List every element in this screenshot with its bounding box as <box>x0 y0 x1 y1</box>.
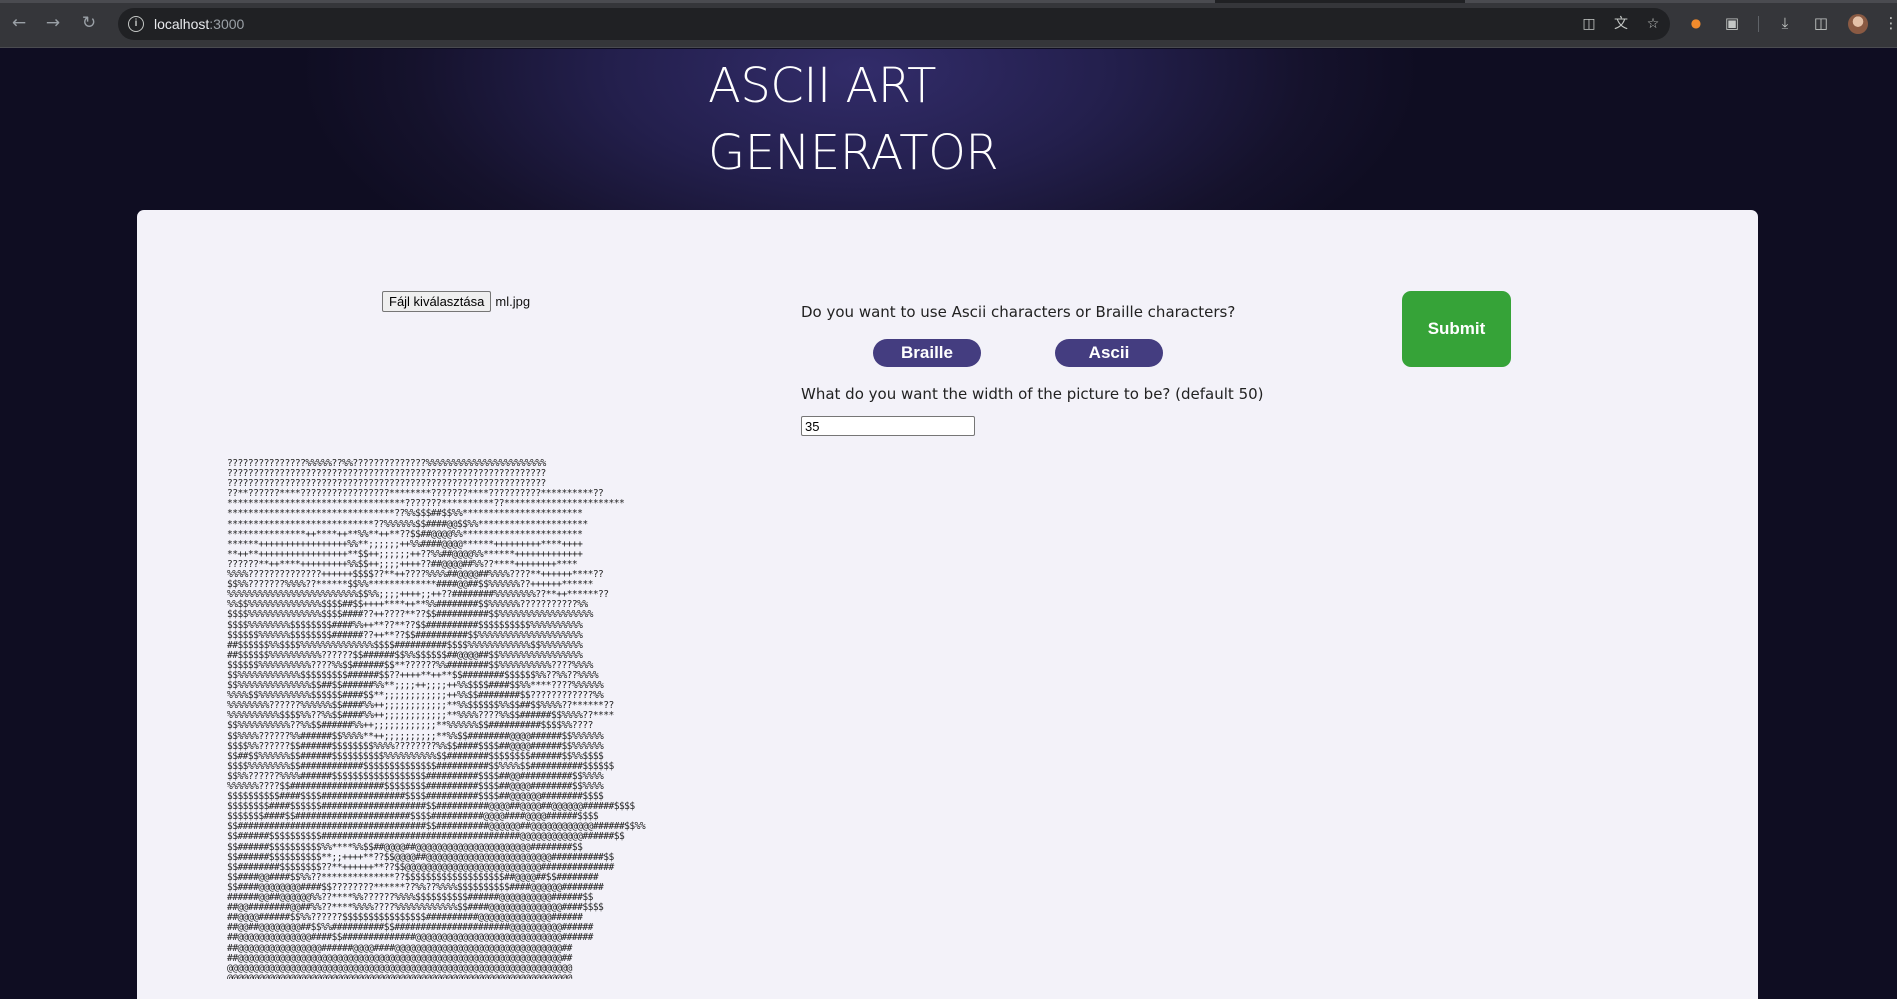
address-bar[interactable]: i localhost:3000 ◫ 文 ☆ <box>118 8 1670 40</box>
page-title-line2: GENERATOR <box>708 125 999 181</box>
install-app-icon[interactable]: ◫ <box>1580 15 1598 33</box>
ascii-line: @@@@@@@@@@@@@@@@@@@@@@@@@@@@@@@@@@@@@@@@… <box>227 972 572 979</box>
tab-strip-segment <box>1465 0 1897 3</box>
page-title: ASCII ART GENERATOR <box>708 53 999 187</box>
avatar[interactable] <box>1848 14 1868 34</box>
forward-arrow-icon[interactable]: → <box>42 12 64 34</box>
url-port: :3000 <box>209 16 245 32</box>
puzzle-icon[interactable]: ▣ <box>1722 13 1742 33</box>
ascii-art-output: ???????????????%%%%%??%%??????????????%%… <box>227 459 651 979</box>
url-text[interactable]: localhost:3000 <box>154 16 244 32</box>
ascii-button[interactable]: Ascii <box>1055 339 1163 367</box>
selected-file-name: ml.jpg <box>495 294 531 309</box>
browser-toolbar: ← → ↻ i localhost:3000 ◫ 文 ☆ ● ▣ ⤓ ◫ ⋮ <box>0 0 1897 48</box>
width-input[interactable] <box>801 416 975 436</box>
braille-button[interactable]: Braille <box>873 339 981 367</box>
ascii-line: $$$$%%%%%%%%%%%%%%$$$$####??++????**??$$… <box>227 609 593 621</box>
file-picker: Fájl kiválasztása ml.jpg <box>382 291 530 312</box>
reload-icon[interactable]: ↻ <box>78 12 100 34</box>
translate-icon[interactable]: 文 <box>1612 15 1630 33</box>
choose-file-button[interactable]: Fájl kiválasztása <box>382 291 492 312</box>
info-icon[interactable]: i <box>128 16 144 32</box>
extension-icon[interactable]: ● <box>1686 13 1706 33</box>
charset-question: Do you want to use Ascii characters or B… <box>801 303 1236 321</box>
main-panel: Fájl kiválasztása ml.jpg Do you want to … <box>137 210 1758 999</box>
back-arrow-icon[interactable]: ← <box>8 12 30 34</box>
page-body: ASCII ART GENERATOR Fájl kiválasztása ml… <box>0 49 1897 999</box>
page-title-line1: ASCII ART <box>708 58 936 114</box>
toolbar-separator <box>1758 16 1759 32</box>
download-icon[interactable]: ⤓ <box>1775 13 1795 33</box>
kebab-menu-icon[interactable]: ⋮ <box>1881 13 1897 33</box>
submit-button[interactable]: Submit <box>1402 291 1511 367</box>
url-host: localhost <box>154 16 210 32</box>
star-icon[interactable]: ☆ <box>1644 15 1662 33</box>
width-question: What do you want the width of the pictur… <box>801 385 1264 403</box>
tab-strip-segment <box>0 0 1215 3</box>
ascii-line: ##@@@@@@@@@@@@@@####$$##############@@@@… <box>227 932 593 944</box>
side-panel-icon[interactable]: ◫ <box>1811 13 1831 33</box>
tab-strip-edge <box>0 0 1897 3</box>
